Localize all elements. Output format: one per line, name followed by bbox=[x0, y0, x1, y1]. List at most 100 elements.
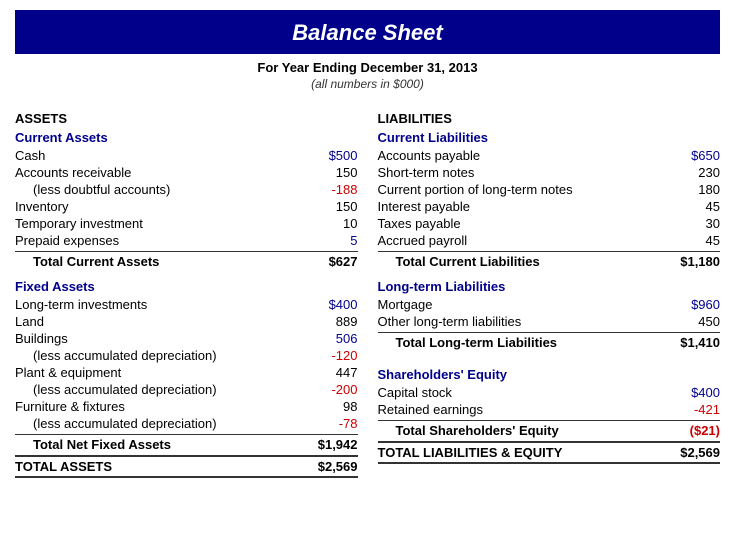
less-accum-dep-furniture-label: (less accumulated depreciation) bbox=[15, 416, 217, 431]
retained-earnings-value: -421 bbox=[670, 402, 720, 417]
less-doubtful-row: (less doubtful accounts) -188 bbox=[15, 181, 358, 198]
longterm-investments-value: $400 bbox=[308, 297, 358, 312]
liabilities-section-label: LIABILITIES bbox=[378, 111, 721, 126]
assets-section-label: ASSETS bbox=[15, 111, 358, 126]
buildings-label: Buildings bbox=[15, 331, 68, 346]
less-accum-dep-plant-label: (less accumulated depreciation) bbox=[15, 382, 217, 397]
total-equity-label: Total Shareholders' Equity bbox=[378, 423, 559, 438]
accounts-payable-value: $650 bbox=[670, 148, 720, 163]
land-label: Land bbox=[15, 314, 44, 329]
less-accum-dep-buildings-value: -120 bbox=[308, 348, 358, 363]
total-equity-value: ($21) bbox=[670, 423, 720, 438]
longterm-liab-header: Long-term Liabilities bbox=[378, 279, 721, 294]
accounts-payable-label: Accounts payable bbox=[378, 148, 481, 163]
assets-column: ASSETS Current Assets Cash $500 Accounts… bbox=[15, 111, 368, 478]
page-title: Balance Sheet bbox=[15, 20, 720, 46]
accrued-payroll-value: 45 bbox=[670, 233, 720, 248]
current-liab-header: Current Liabilities bbox=[378, 130, 721, 145]
short-term-notes-row: Short-term notes 230 bbox=[378, 164, 721, 181]
total-longterm-liab-row: Total Long-term Liabilities $1,410 bbox=[378, 332, 721, 351]
total-fixed-assets-value: $1,942 bbox=[308, 437, 358, 452]
other-longterm-row: Other long-term liabilities 450 bbox=[378, 313, 721, 330]
cash-value: $500 bbox=[308, 148, 358, 163]
cash-row: Cash $500 bbox=[15, 147, 358, 164]
less-doubtful-value: -188 bbox=[308, 182, 358, 197]
inventory-label: Inventory bbox=[15, 199, 68, 214]
other-longterm-value: 450 bbox=[670, 314, 720, 329]
total-assets-row: TOTAL ASSETS $2,569 bbox=[15, 455, 358, 478]
capital-stock-row: Capital stock $400 bbox=[378, 384, 721, 401]
less-accum-dep-buildings-label: (less accumulated depreciation) bbox=[15, 348, 217, 363]
temp-investment-label: Temporary investment bbox=[15, 216, 143, 231]
less-accum-dep-buildings-row: (less accumulated depreciation) -120 bbox=[15, 347, 358, 364]
buildings-row: Buildings 506 bbox=[15, 330, 358, 347]
prepaid-label: Prepaid expenses bbox=[15, 233, 119, 248]
equity-header: Shareholders' Equity bbox=[378, 367, 721, 382]
buildings-value: 506 bbox=[308, 331, 358, 346]
fixed-assets-header: Fixed Assets bbox=[15, 279, 358, 294]
retained-earnings-row: Retained earnings -421 bbox=[378, 401, 721, 418]
total-longterm-liab-label: Total Long-term Liabilities bbox=[378, 335, 558, 350]
subtitle: For Year Ending December 31, 2013 bbox=[0, 60, 735, 75]
plant-equipment-value: 447 bbox=[308, 365, 358, 380]
accounts-receivable-label: Accounts receivable bbox=[15, 165, 131, 180]
less-doubtful-label: (less doubtful accounts) bbox=[15, 182, 170, 197]
accounts-payable-row: Accounts payable $650 bbox=[378, 147, 721, 164]
taxes-payable-label: Taxes payable bbox=[378, 216, 461, 231]
temp-investment-row: Temporary investment 10 bbox=[15, 215, 358, 232]
total-current-liab-label: Total Current Liabilities bbox=[378, 254, 540, 269]
plant-equipment-label: Plant & equipment bbox=[15, 365, 121, 380]
current-longterm-value: 180 bbox=[670, 182, 720, 197]
current-longterm-row: Current portion of long-term notes 180 bbox=[378, 181, 721, 198]
accrued-payroll-row: Accrued payroll 45 bbox=[378, 232, 721, 249]
mortgage-row: Mortgage $960 bbox=[378, 296, 721, 313]
interest-payable-row: Interest payable 45 bbox=[378, 198, 721, 215]
accounts-receivable-row: Accounts receivable 150 bbox=[15, 164, 358, 181]
furniture-row: Furniture & fixtures 98 bbox=[15, 398, 358, 415]
longterm-investments-row: Long-term investments $400 bbox=[15, 296, 358, 313]
total-assets-label: TOTAL ASSETS bbox=[15, 459, 112, 474]
total-liab-equity-label: TOTAL LIABILITIES & EQUITY bbox=[378, 445, 563, 460]
capital-stock-value: $400 bbox=[670, 385, 720, 400]
short-term-notes-label: Short-term notes bbox=[378, 165, 475, 180]
total-current-liab-row: Total Current Liabilities $1,180 bbox=[378, 251, 721, 270]
less-accum-dep-furniture-value: -78 bbox=[308, 416, 358, 431]
mortgage-label: Mortgage bbox=[378, 297, 433, 312]
accrued-payroll-label: Accrued payroll bbox=[378, 233, 468, 248]
capital-stock-label: Capital stock bbox=[378, 385, 452, 400]
interest-payable-value: 45 bbox=[670, 199, 720, 214]
less-accum-dep-plant-value: -200 bbox=[308, 382, 358, 397]
total-current-assets-value: $627 bbox=[308, 254, 358, 269]
land-row: Land 889 bbox=[15, 313, 358, 330]
other-longterm-label: Other long-term liabilities bbox=[378, 314, 522, 329]
current-longterm-label: Current portion of long-term notes bbox=[378, 182, 573, 197]
current-assets-header: Current Assets bbox=[15, 130, 358, 145]
short-term-notes-value: 230 bbox=[670, 165, 720, 180]
taxes-payable-row: Taxes payable 30 bbox=[378, 215, 721, 232]
total-current-liab-value: $1,180 bbox=[670, 254, 720, 269]
total-equity-row: Total Shareholders' Equity ($21) bbox=[378, 420, 721, 439]
longterm-investments-label: Long-term investments bbox=[15, 297, 147, 312]
retained-earnings-label: Retained earnings bbox=[378, 402, 484, 417]
prepaid-value: 5 bbox=[308, 233, 358, 248]
page-header: Balance Sheet bbox=[15, 10, 720, 54]
note: (all numbers in $000) bbox=[0, 77, 735, 91]
total-liab-equity-value: $2,569 bbox=[670, 445, 720, 460]
furniture-label: Furniture & fixtures bbox=[15, 399, 125, 414]
less-accum-dep-plant-row: (less accumulated depreciation) -200 bbox=[15, 381, 358, 398]
total-assets-value: $2,569 bbox=[308, 459, 358, 474]
liabilities-column: LIABILITIES Current Liabilities Accounts… bbox=[368, 111, 721, 478]
total-fixed-assets-row: Total Net Fixed Assets $1,942 bbox=[15, 434, 358, 453]
land-value: 889 bbox=[308, 314, 358, 329]
less-accum-dep-furniture-row: (less accumulated depreciation) -78 bbox=[15, 415, 358, 432]
plant-equipment-row: Plant & equipment 447 bbox=[15, 364, 358, 381]
interest-payable-label: Interest payable bbox=[378, 199, 471, 214]
total-current-assets-label: Total Current Assets bbox=[15, 254, 159, 269]
cash-label: Cash bbox=[15, 148, 45, 163]
total-fixed-assets-label: Total Net Fixed Assets bbox=[15, 437, 171, 452]
prepaid-row: Prepaid expenses 5 bbox=[15, 232, 358, 249]
inventory-value: 150 bbox=[308, 199, 358, 214]
total-liab-equity-row: TOTAL LIABILITIES & EQUITY $2,569 bbox=[378, 441, 721, 464]
furniture-value: 98 bbox=[308, 399, 358, 414]
temp-investment-value: 10 bbox=[308, 216, 358, 231]
